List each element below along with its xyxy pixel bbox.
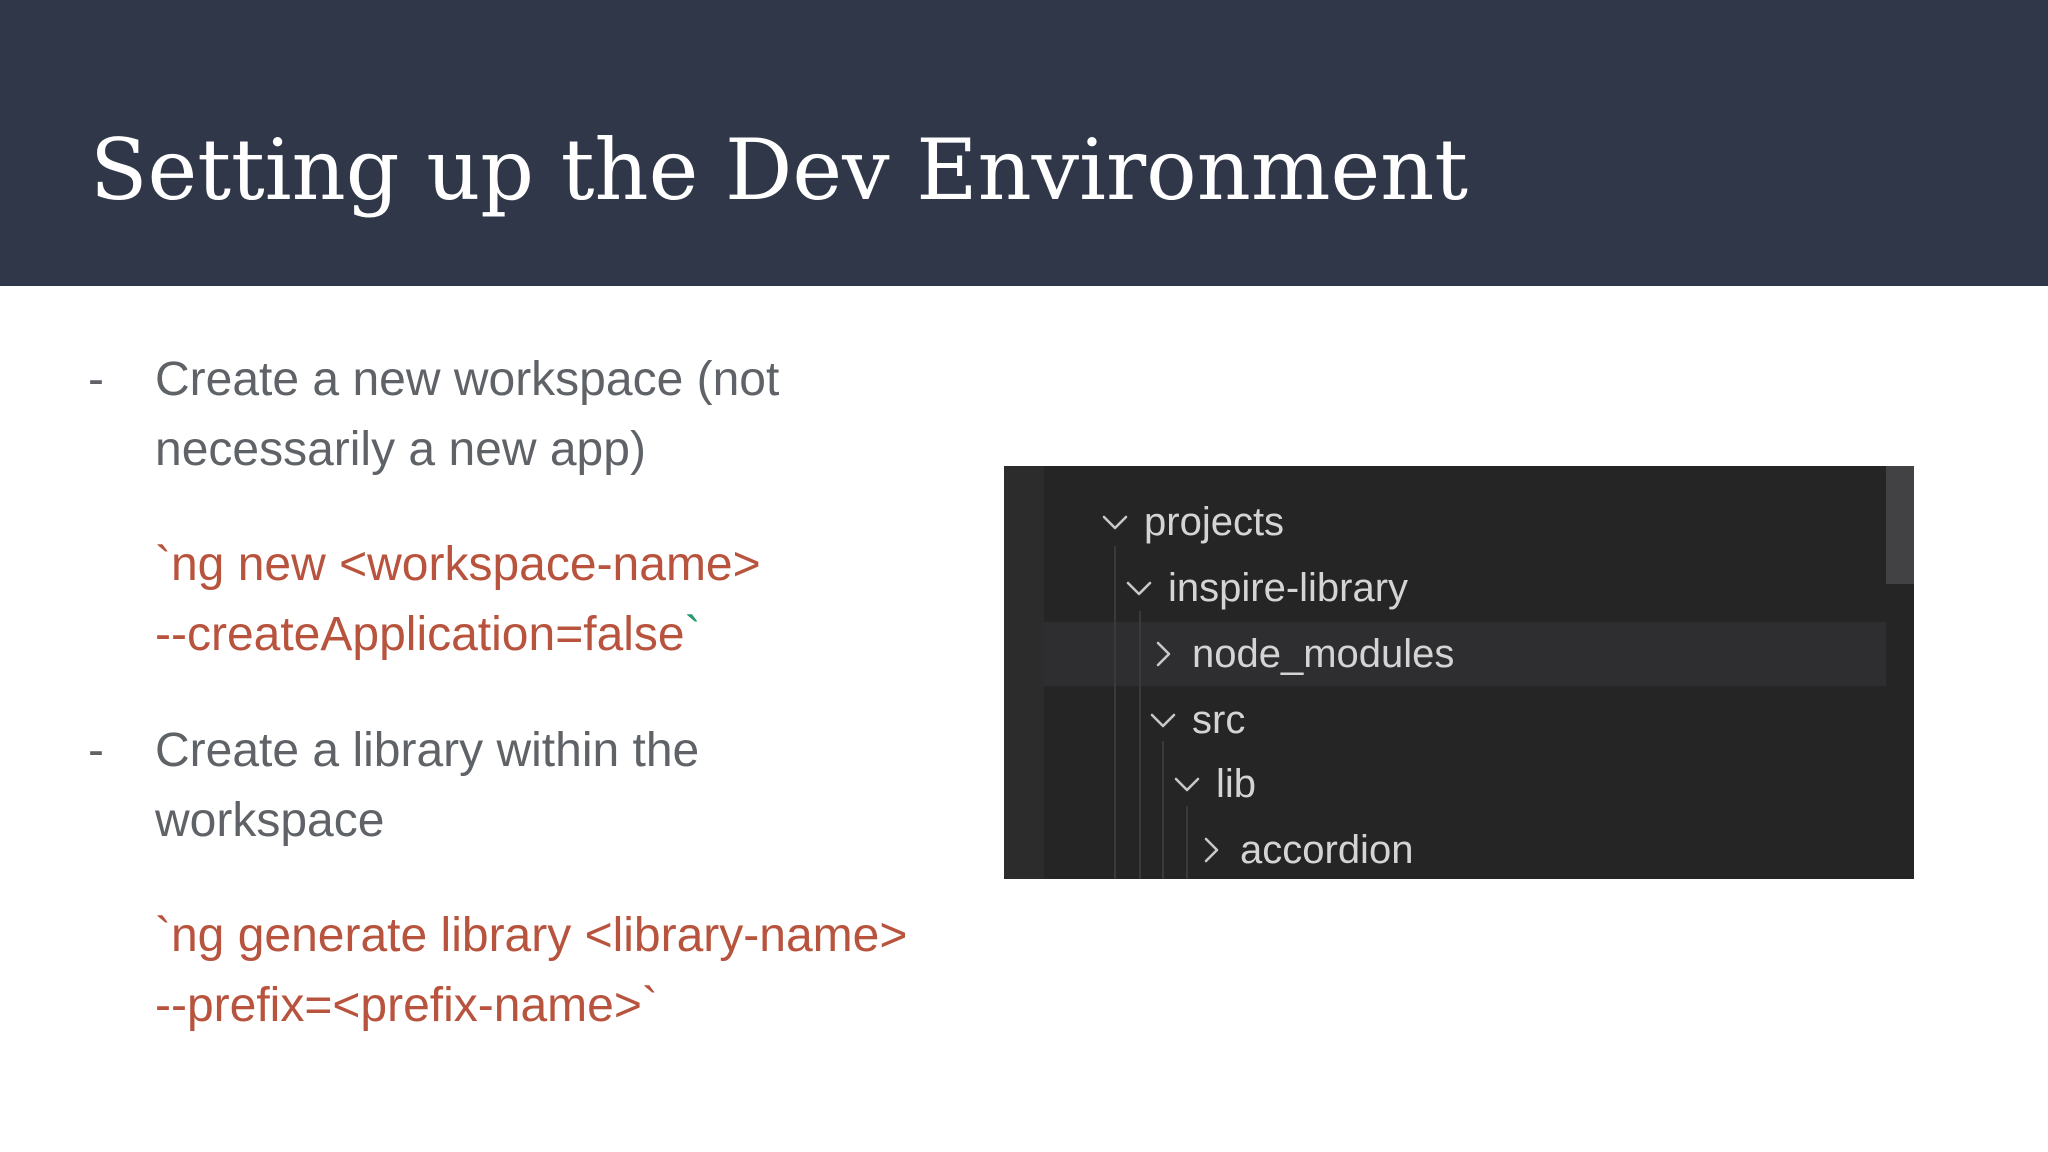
- code-line: `ng generate library <library-name>: [155, 909, 908, 962]
- chevron-down-icon[interactable]: [1123, 572, 1155, 604]
- bullet-text: Create a new workspace (not necessarily …: [155, 345, 779, 485]
- indent-guide: [1162, 741, 1164, 879]
- explorer-item-label: inspire-library: [1168, 566, 1409, 610]
- explorer-item-label: node_modules: [1192, 632, 1455, 676]
- bullet-line: Create a library within the: [155, 724, 700, 777]
- code-line: --createApplication=false`: [155, 600, 761, 670]
- explorer-row[interactable]: projects: [1044, 490, 1886, 554]
- explorer-scrollbar[interactable]: [1886, 466, 1914, 879]
- bullet-dash: -: [88, 724, 104, 777]
- slide-header: Setting up the Dev Environment: [0, 0, 2048, 286]
- explorer-row[interactable]: src: [1044, 688, 1886, 752]
- bullet-text: Create a library within the workspace: [155, 716, 699, 856]
- explorer-item-label: projects: [1144, 500, 1285, 544]
- indent-guide: [1114, 546, 1116, 879]
- indent-guide: [1186, 806, 1188, 879]
- code-line: --prefix=<prefix-name>`: [155, 979, 658, 1032]
- file-explorer-screenshot: node_modulesprojectsinspire-librarynode_…: [1004, 466, 1914, 879]
- explorer-row[interactable]: inspire-library: [1044, 556, 1886, 620]
- explorer-gutter: [1004, 466, 1044, 879]
- code-line: `ng new <workspace-name>: [155, 538, 761, 591]
- slide-title: Setting up the Dev Environment: [90, 121, 1469, 219]
- slide: Setting up the Dev Environment - Create …: [0, 0, 2048, 1152]
- explorer-row[interactable]: lib: [1044, 752, 1886, 816]
- explorer-item-label: lib: [1216, 762, 1257, 806]
- chevron-right-icon[interactable]: [1147, 638, 1179, 670]
- explorer-row[interactable]: accordion: [1044, 818, 1886, 879]
- chevron-right-icon[interactable]: [1195, 834, 1227, 866]
- indent-guide: [1139, 611, 1141, 879]
- chevron-down-icon[interactable]: [1171, 768, 1203, 800]
- explorer-item-label: src: [1192, 698, 1246, 742]
- bullet-line: workspace: [155, 794, 385, 847]
- code-end-tick: `: [684, 608, 701, 661]
- chevron-down-icon[interactable]: [1147, 704, 1179, 736]
- explorer-item-label: accordion: [1240, 828, 1414, 872]
- chevron-down-icon[interactable]: [1099, 506, 1131, 538]
- code-line-text: --createApplication=false: [155, 608, 685, 661]
- code-snippet: `ng new <workspace-name> --createApplica…: [155, 530, 761, 670]
- code-snippet: `ng generate library <library-name> --pr…: [155, 901, 907, 1041]
- bullet-line: necessarily a new app): [155, 423, 646, 476]
- scrollbar-thumb[interactable]: [1886, 466, 1914, 584]
- explorer-row[interactable]: node_modules: [1044, 622, 1886, 686]
- bullet-dash: -: [88, 353, 104, 406]
- bullet-line: Create a new workspace (not: [155, 353, 780, 406]
